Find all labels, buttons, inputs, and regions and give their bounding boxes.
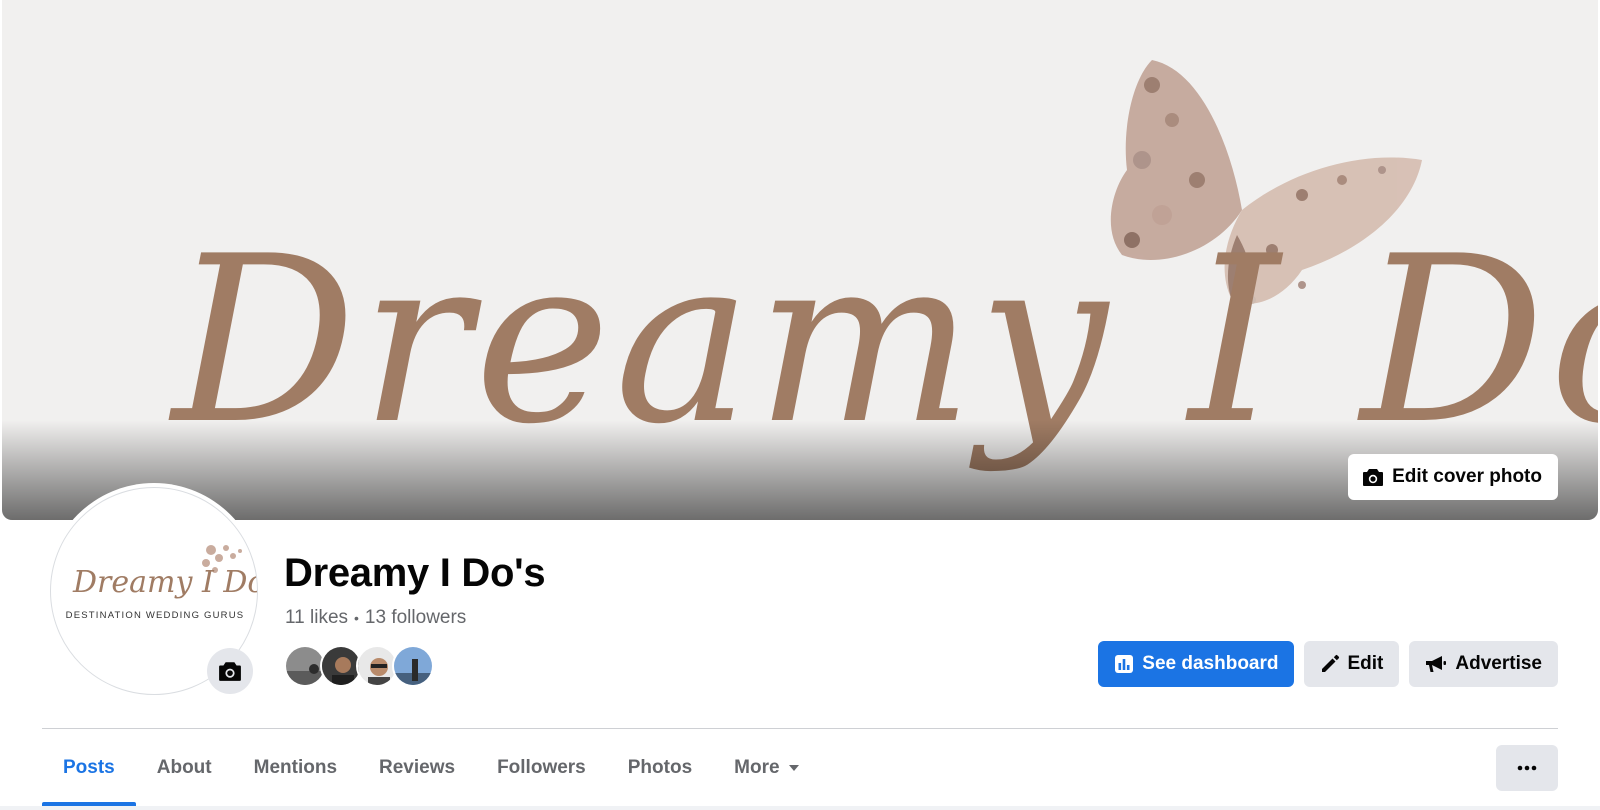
svg-text:DESTINATION WEDDING GURUS: DESTINATION WEDDING GURUS <box>66 610 245 621</box>
followers-link[interactable]: 13 followers <box>365 607 466 629</box>
svg-text:Dreamy I Do's: Dreamy I Do's <box>72 565 258 600</box>
page-title: Dreamy I Do's <box>284 551 546 595</box>
tab-about[interactable]: About <box>136 730 233 806</box>
tab-label: Posts <box>63 757 115 778</box>
likes-link[interactable]: 11 likes <box>285 607 348 629</box>
edit-label: Edit <box>1347 653 1384 674</box>
camera-icon <box>219 662 241 681</box>
tab-photos[interactable]: Photos <box>607 730 713 806</box>
see-dashboard-button[interactable]: See dashboard <box>1098 641 1294 687</box>
follower-avatars <box>284 645 434 687</box>
page-actions: See dashboard Edit Advertise <box>1098 641 1558 687</box>
tab-mentions[interactable]: Mentions <box>233 730 358 806</box>
caret-down-icon <box>788 765 799 771</box>
tab-followers[interactable]: Followers <box>476 730 607 806</box>
edit-cover-photo-label: Edit cover photo <box>1392 466 1542 487</box>
see-dashboard-label: See dashboard <box>1142 653 1279 674</box>
tab-posts[interactable]: Posts <box>42 730 136 806</box>
advertise-button[interactable]: Advertise <box>1409 641 1558 687</box>
advertise-label: Advertise <box>1455 653 1542 674</box>
tab-reviews[interactable]: Reviews <box>358 730 476 806</box>
camera-icon <box>1363 469 1384 486</box>
tab-more[interactable]: More <box>713 730 820 806</box>
megaphone-icon <box>1426 656 1447 672</box>
stats-separator: • <box>354 610 359 626</box>
dashboard-icon <box>1115 655 1134 673</box>
edit-button[interactable]: Edit <box>1303 641 1400 687</box>
tab-label: Mentions <box>253 757 338 778</box>
cover-photo[interactable]: Dreamy I Do's <box>2 0 1598 520</box>
tab-label: Photos <box>627 757 693 778</box>
tab-label: About <box>156 757 212 778</box>
tab-label: More <box>734 757 780 778</box>
follower-avatar[interactable] <box>392 645 434 687</box>
tab-label: Followers <box>497 757 586 778</box>
tab-label: Reviews <box>379 757 456 778</box>
section-bottom-border <box>0 806 1600 810</box>
ellipsis-icon <box>1517 765 1537 771</box>
page-tabs: Posts About Mentions Reviews Followers P… <box>42 730 821 806</box>
update-profile-picture-button[interactable] <box>207 648 253 694</box>
pencil-icon <box>1321 654 1339 672</box>
edit-cover-photo-button[interactable]: Edit cover photo <box>1348 454 1558 500</box>
page-stats: 11 likes • 13 followers <box>285 607 466 629</box>
header-divider <box>42 728 1558 729</box>
more-options-button[interactable] <box>1496 745 1558 791</box>
